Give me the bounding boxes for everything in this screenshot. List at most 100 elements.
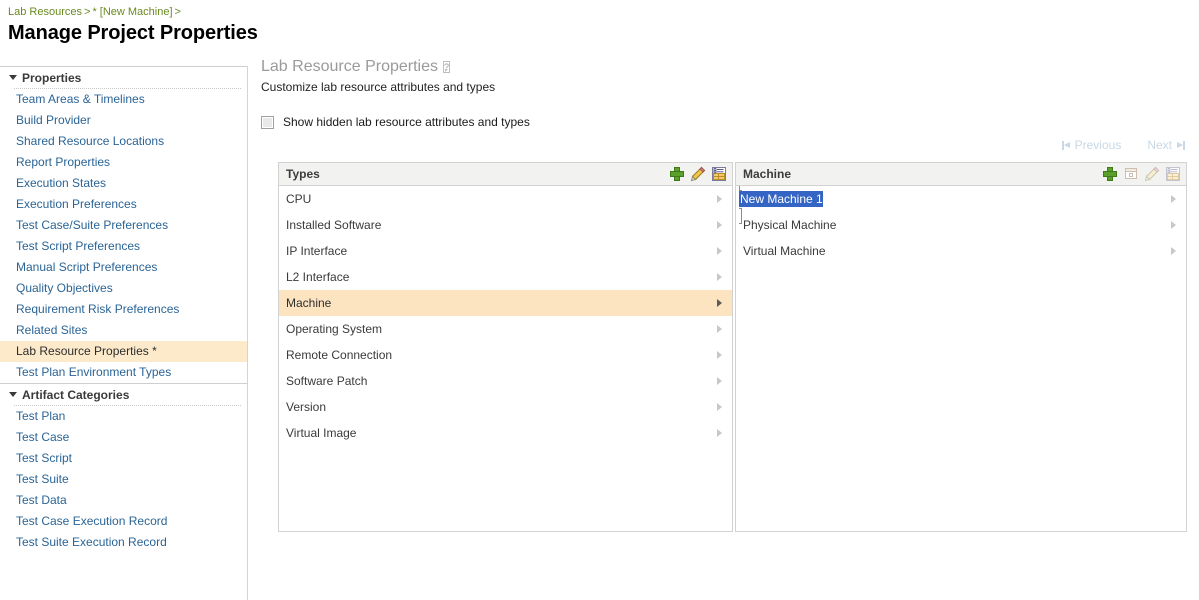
duplicate-machine-button (1123, 166, 1139, 182)
help-icon-tail (444, 69, 448, 72)
type-label: IP Interface (286, 244, 348, 258)
sidebar-item-execution-preferences[interactable]: Execution Preferences (0, 194, 247, 215)
sidebar-item-manual-script-preferences[interactable]: Manual Script Preferences (0, 257, 247, 278)
sidebar-item-test-suite[interactable]: Test Suite (0, 469, 247, 490)
sidebar-item-test-script-preferences[interactable]: Test Script Preferences (0, 236, 247, 257)
help-icon[interactable]: ? (442, 59, 456, 73)
machine-panel-toolbar (1102, 166, 1181, 182)
chevron-right-icon[interactable] (714, 264, 728, 290)
pagination: Previous Next (1061, 138, 1185, 152)
chevron-right-icon[interactable] (714, 368, 728, 394)
table-row[interactable]: L2 Interface (279, 264, 732, 290)
breadcrumb-item-lab-resources[interactable]: Lab Resources (8, 6, 82, 18)
chevron-right-icon[interactable] (1168, 186, 1182, 212)
add-type-button[interactable] (669, 166, 685, 182)
sidebar-item-test-plan[interactable]: Test Plan (0, 406, 247, 427)
sidebar-section-title: Properties (22, 70, 82, 85)
types-panel-toolbar (669, 166, 727, 182)
previous-label: Previous (1074, 138, 1122, 152)
edit-type-button[interactable] (690, 166, 706, 182)
sidebar-item-test-data[interactable]: Test Data (0, 490, 247, 511)
table-row[interactable]: CPU (279, 186, 732, 212)
sidebar-item-quality-objectives[interactable]: Quality Objectives (0, 278, 247, 299)
sidebar-item-test-case-suite-preferences[interactable]: Test Case/Suite Preferences (0, 215, 247, 236)
sidebar: Properties Team Areas & Timelines Build … (0, 66, 248, 600)
machine-panel-header: Machine (736, 163, 1186, 186)
sidebar-item-test-script[interactable]: Test Script (0, 448, 247, 469)
breadcrumb-separator-2: > (174, 6, 181, 18)
sidebar-item-related-sites[interactable]: Related Sites (0, 320, 247, 341)
type-label: Installed Software (286, 218, 382, 232)
sidebar-list-properties: Team Areas & Timelines Build Provider Sh… (0, 89, 247, 383)
edit-machine-button (1144, 166, 1160, 182)
add-machine-button[interactable] (1102, 166, 1118, 182)
table-row[interactable]: Installed Software (279, 212, 732, 238)
chevron-right-icon[interactable] (714, 238, 728, 264)
sidebar-list-artifact-categories: Test Plan Test Case Test Script Test Sui… (0, 406, 247, 553)
sidebar-item-test-case-execution-record[interactable]: Test Case Execution Record (0, 511, 247, 532)
sidebar-item-requirement-risk-preferences[interactable]: Requirement Risk Preferences (0, 299, 247, 320)
type-label: Version (286, 400, 327, 414)
breadcrumb-separator-1: > (84, 6, 91, 18)
sidebar-section-header-artifact-categories[interactable]: Artifact Categories (0, 383, 247, 405)
types-list: CPU Installed Software IP Interface L2 I… (279, 186, 732, 446)
next-label: Next (1147, 138, 1172, 152)
machine-panel-body[interactable]: New Machine 1 Physical Machine Virtual M… (736, 186, 1186, 531)
chevron-right-icon[interactable] (714, 186, 728, 212)
sidebar-section-header-properties[interactable]: Properties (0, 66, 247, 88)
chevron-right-icon[interactable] (1168, 212, 1182, 238)
table-row[interactable]: Operating System (279, 316, 732, 342)
machine-label: Virtual Machine (743, 244, 826, 258)
chevron-right-icon[interactable] (714, 290, 728, 316)
machine-name-edit-row[interactable]: New Machine 1 (736, 186, 1186, 224)
show-hidden-row: Show hidden lab resource attributes and … (261, 115, 1199, 129)
type-label: Remote Connection (286, 348, 393, 362)
table-row[interactable]: Version (279, 394, 732, 420)
section-title: Lab Resource Properties (261, 58, 438, 75)
table-row[interactable]: Virtual Image (279, 420, 732, 446)
chevron-right-icon[interactable] (714, 394, 728, 420)
next-button[interactable]: Next (1147, 138, 1185, 152)
table-row[interactable]: Machine (279, 290, 732, 316)
table-row[interactable]: IP Interface (279, 238, 732, 264)
section-subtitle: Customize lab resource attributes and ty… (261, 80, 496, 94)
table-row[interactable]: Software Patch (279, 368, 732, 394)
sidebar-item-team-areas-timelines[interactable]: Team Areas & Timelines (0, 89, 247, 110)
chevron-right-icon[interactable] (1168, 238, 1182, 264)
chevron-right-icon[interactable] (714, 212, 728, 238)
chevron-down-icon (8, 72, 19, 83)
type-properties-button[interactable] (711, 166, 727, 182)
chevron-right-icon[interactable] (714, 420, 728, 446)
sidebar-item-execution-states[interactable]: Execution States (0, 173, 247, 194)
sidebar-item-build-provider[interactable]: Build Provider (0, 110, 247, 131)
sidebar-item-test-case[interactable]: Test Case (0, 427, 247, 448)
table-row[interactable]: Virtual Machine (736, 238, 1186, 264)
chevron-right-icon[interactable] (714, 316, 728, 342)
type-label: L2 Interface (286, 270, 350, 284)
sidebar-item-lab-resource-properties[interactable]: Lab Resource Properties * (0, 341, 247, 362)
sidebar-item-shared-resource-locations[interactable]: Shared Resource Locations (0, 131, 247, 152)
show-hidden-label: Show hidden lab resource attributes and … (283, 115, 530, 129)
sidebar-section-title: Artifact Categories (22, 387, 130, 402)
breadcrumb-item-new-machine[interactable]: * [New Machine] (92, 6, 172, 18)
sidebar-section-artifact-categories: Artifact Categories Test Plan Test Case … (0, 383, 247, 553)
type-label: Operating System (286, 322, 383, 336)
sidebar-item-test-plan-environment-types[interactable]: Test Plan Environment Types (0, 362, 247, 383)
machine-name-input-selection: New Machine 1 (739, 190, 823, 207)
previous-button[interactable]: Previous (1061, 138, 1122, 152)
show-hidden-checkbox[interactable] (261, 115, 274, 129)
types-panel-body[interactable]: CPU Installed Software IP Interface L2 I… (279, 186, 732, 531)
sidebar-item-report-properties[interactable]: Report Properties (0, 152, 247, 173)
chevron-right-icon[interactable] (714, 342, 728, 368)
table-row[interactable]: Remote Connection (279, 342, 732, 368)
page-title: Manage Project Properties (8, 22, 258, 44)
next-arrow-icon (1176, 140, 1185, 150)
machine-panel: Machine New Machine 1 Physical Machine V… (735, 162, 1187, 532)
chevron-down-icon (8, 389, 19, 400)
type-label: CPU (286, 192, 312, 206)
types-panel-header: Types (279, 163, 732, 186)
main-content: Lab Resource Properties? Customize lab r… (261, 58, 1199, 600)
sidebar-item-test-suite-execution-record[interactable]: Test Suite Execution Record (0, 532, 247, 553)
machine-label: Physical Machine (743, 218, 837, 232)
previous-arrow-icon (1061, 140, 1071, 150)
